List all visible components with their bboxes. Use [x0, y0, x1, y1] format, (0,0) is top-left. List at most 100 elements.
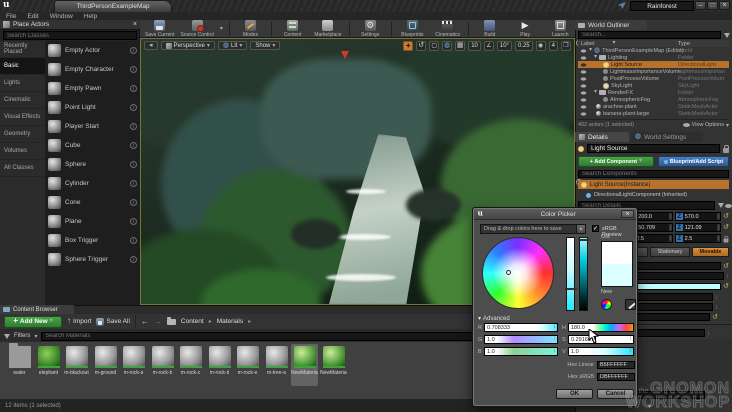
minimize-button[interactable]	[695, 1, 706, 10]
view-options-button[interactable]: View Options	[692, 122, 724, 128]
settings-button[interactable]: Settings	[356, 19, 385, 38]
place-actor-empty-actor[interactable]: Empty Actor	[45, 41, 140, 60]
place-actor-cube[interactable]: Cube	[45, 136, 140, 155]
rotate-tool-button[interactable]	[416, 40, 427, 51]
world-settings-tab[interactable]: World Settings	[631, 132, 703, 142]
grid-snap-toggle[interactable]	[455, 40, 466, 51]
location-z-field[interactable]: Z 570.0	[674, 212, 722, 221]
red-channel-field[interactable]: 0.708333	[484, 323, 558, 332]
world-local-toggle[interactable]	[442, 40, 453, 51]
blueprint-add-script-button[interactable]: Blueprint/Add Script	[658, 156, 729, 167]
eyedropper-icon[interactable]	[625, 299, 636, 310]
visibility-eye-icon[interactable]	[580, 76, 587, 81]
rotation-z-field[interactable]: Z 121.09	[674, 223, 722, 232]
cancel-button[interactable]: Cancel	[597, 389, 634, 399]
outliner-search-input[interactable]	[578, 31, 721, 39]
value-handle[interactable]	[578, 239, 590, 241]
lock-icon[interactable]	[723, 144, 729, 153]
outliner-row-light-source[interactable]: Light Source DirectionalLight	[578, 61, 729, 68]
asset-newmaterial[interactable]: NewMaterial	[291, 344, 318, 386]
play-button[interactable]: Play	[510, 20, 539, 38]
place-actor-box-trigger[interactable]: Box Trigger	[45, 231, 140, 250]
reset-icon[interactable]	[723, 213, 729, 220]
outliner-row-lighting[interactable]: LightingFolder	[578, 54, 729, 61]
perspective-button[interactable]: Perspective	[160, 41, 215, 50]
expander-icon[interactable]	[589, 47, 592, 54]
property-value-field[interactable]	[632, 303, 713, 311]
outliner-row-lightmass[interactable]: LightmassImportanceVolume LightmassImport…	[578, 68, 729, 75]
component-light-source-instance[interactable]: Light Source(Instance)	[578, 180, 729, 189]
dropdown-arrow[interactable]	[576, 225, 585, 233]
camera-speed-button[interactable]	[535, 40, 546, 51]
search-components-input[interactable]	[578, 170, 729, 178]
content-button[interactable]: Content	[278, 19, 307, 38]
place-actor-player-start[interactable]: Player Start	[45, 117, 140, 136]
mobility-stationary-button[interactable]: Stationary	[650, 247, 690, 257]
place-actor-sphere-trigger[interactable]: Sphere Trigger	[45, 250, 140, 269]
outliner-row-banana-plant[interactable]: banana-plant-large StaticMeshActor	[578, 110, 729, 117]
saved-colors-dropdown[interactable]: Drag & drop colors here to save	[480, 224, 586, 234]
asset-m-rock-e[interactable]: m-rock-e	[234, 344, 261, 386]
outliner-filter-icon[interactable]	[724, 33, 730, 38]
lit-mode-button[interactable]: Lit	[217, 41, 248, 50]
light-color-swatch[interactable]	[632, 282, 722, 290]
world-outliner-tab[interactable]: World Outliner	[575, 20, 647, 30]
property-value-field[interactable]	[632, 293, 713, 301]
save-all-button[interactable]: Save All	[96, 317, 130, 326]
expander-icon[interactable]	[594, 89, 597, 96]
details-filter-icon[interactable]	[718, 203, 724, 208]
visibility-eye-icon[interactable]	[580, 83, 587, 88]
category-all-classes[interactable]: All Classes	[0, 160, 45, 177]
category-cinematic[interactable]: Cinematic	[0, 92, 45, 109]
scale-z-field[interactable]: Z 2.5	[674, 234, 721, 243]
asset-elephant[interactable]: elephant	[35, 344, 62, 386]
restore-button[interactable]	[707, 1, 718, 10]
blue-channel-field[interactable]: 1.0	[484, 347, 558, 356]
panel-close-icon[interactable]	[133, 21, 137, 28]
visibility-eye-icon[interactable]	[580, 104, 587, 109]
close-button[interactable]	[719, 1, 730, 10]
breadcrumb-content[interactable]: Content	[181, 318, 204, 325]
component-directional-light[interactable]: DirectionalLightComponent (Inherited)	[586, 191, 729, 199]
expander-icon[interactable]	[594, 54, 597, 61]
feedback-icon[interactable]	[618, 2, 626, 9]
scale-lock-icon[interactable]	[723, 235, 729, 242]
reset-icon[interactable]	[723, 283, 729, 290]
outliner-column-header[interactable]: Label Type	[578, 40, 729, 47]
actor-name-field[interactable]: Light Source	[587, 144, 720, 153]
menu-help[interactable]: Help	[84, 13, 97, 20]
viewport-collapse-button[interactable]	[144, 41, 158, 50]
scale-tool-button[interactable]	[429, 40, 440, 51]
place-actor-empty-pawn[interactable]: Empty Pawn	[45, 79, 140, 98]
saturation-handle[interactable]	[565, 288, 577, 290]
build-button[interactable]: Build	[475, 19, 504, 38]
place-actors-header[interactable]: Place Actors	[0, 20, 140, 30]
category-lights[interactable]: Lights	[0, 75, 45, 92]
camera-speed-value[interactable]: 4	[548, 40, 558, 51]
srgb-checkbox[interactable]	[592, 225, 599, 232]
scale-snap-value[interactable]: 0.25	[514, 40, 533, 51]
visibility-eye-icon[interactable]	[580, 69, 587, 74]
menu-edit[interactable]: Edit	[27, 13, 38, 20]
maximize-viewport-button[interactable]	[561, 40, 571, 51]
visibility-eye-icon[interactable]	[580, 90, 587, 95]
add-new-button[interactable]: Add New	[4, 315, 62, 328]
visibility-eye-icon[interactable]	[580, 48, 587, 53]
place-actor-cone[interactable]: Cone	[45, 193, 140, 212]
outliner-row-skylight[interactable]: SkyLight SkyLight	[578, 82, 729, 89]
place-actor-cylinder[interactable]: Cylinder	[45, 174, 140, 193]
chevron-down-icon[interactable]	[220, 25, 223, 32]
grid-snap-value[interactable]: 10	[468, 40, 481, 51]
place-actor-sphere[interactable]: Sphere	[45, 155, 140, 174]
level-tab[interactable]: ThirdPersonExampleMap	[54, 0, 172, 12]
section-expander[interactable]	[648, 403, 651, 410]
details-visibility-icon[interactable]	[725, 204, 732, 208]
asset-m-rock-b[interactable]: m-rock-b	[149, 344, 176, 386]
property-value-field[interactable]	[632, 329, 705, 337]
mobility-movable-button[interactable]: Movable	[692, 247, 729, 257]
outliner-row-arachne-plant[interactable]: arachne-plant StaticMeshActor	[578, 103, 729, 110]
visibility-eye-icon[interactable]	[580, 111, 587, 116]
asset-water[interactable]: water	[6, 343, 33, 386]
asset-newmaterial1[interactable]: NewMaterial1	[320, 344, 347, 386]
filters-button[interactable]: Filters	[14, 333, 30, 339]
